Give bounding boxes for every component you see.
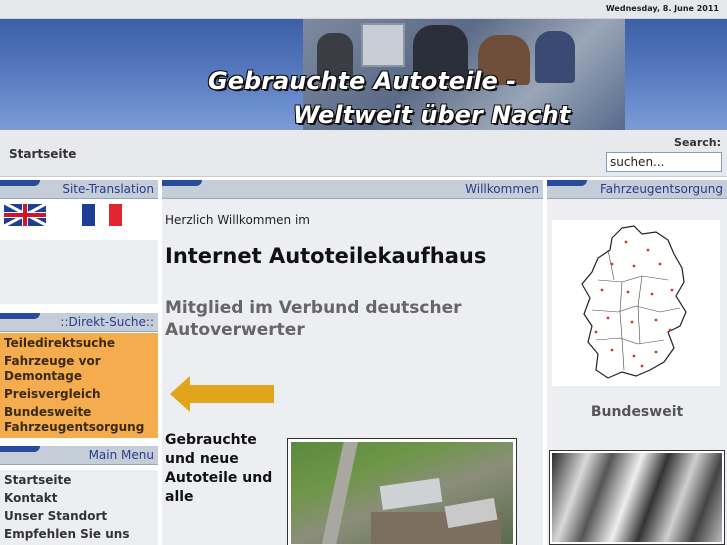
- link-fahrzeugentsorgung[interactable]: Bundesweite Fahrzeugentsorgung: [0, 405, 158, 435]
- menu-item-empfehlen[interactable]: Empfehlen Sie uns: [0, 527, 158, 542]
- welcome-text: Herzlich Willkommen im: [165, 213, 310, 227]
- fahrzeugentsorgung-header: Fahrzeugentsorgung: [547, 180, 727, 199]
- germany-map-icon: [581, 225, 687, 379]
- left-sidebar: Site-Translation ::Direkt-Suche:: Teiled…: [0, 180, 158, 545]
- site-translation-header: Site-Translation: [0, 180, 158, 199]
- navigation-bar: Startseite Search:: [0, 130, 727, 177]
- empty-panel: [0, 240, 158, 304]
- current-date: Wednesday, 8. June 2011: [605, 4, 719, 13]
- link-preisvergleich[interactable]: Preisvergleich: [0, 387, 158, 402]
- map-caption: Bundesweit: [590, 404, 684, 420]
- language-flags: [0, 200, 158, 232]
- breadcrumb[interactable]: Startseite: [9, 147, 76, 161]
- top-date-bar: Wednesday, 8. June 2011: [0, 0, 727, 19]
- france-flag-icon[interactable]: [82, 204, 122, 226]
- aerial-photo: [287, 438, 517, 545]
- search-input[interactable]: [606, 152, 722, 172]
- page-title: Internet Autoteilekaufhaus: [165, 244, 487, 268]
- welcome-header: Willkommen: [162, 180, 543, 199]
- main-menu-header: Main Menu: [0, 446, 158, 465]
- search-label: Search:: [674, 136, 721, 149]
- menu-item-unser-standort[interactable]: Unser Standort: [0, 509, 158, 524]
- link-teiledirektsuche[interactable]: Teiledirektsuche: [0, 336, 158, 351]
- germany-map[interactable]: [552, 220, 720, 386]
- menu-item-kontakt[interactable]: Kontakt: [0, 491, 158, 506]
- main-menu: Startseite Kontakt Unser Standort Empfeh…: [0, 470, 158, 545]
- banner-title-line1: Gebrauchte Autoteile -: [208, 67, 517, 95]
- page-subtitle: Mitglied im Verbund deutscher Autoverwer…: [165, 298, 462, 340]
- direct-search-panel: Teiledirektsuche Fahrzeuge vor Demontage…: [0, 333, 158, 438]
- right-sidebar: Fahrzeugentsorgung Bundesweit: [547, 180, 727, 545]
- site-banner: Gebrauchte Autoteile - Weltweit über Nac…: [0, 19, 727, 130]
- arrow-left-icon: [170, 376, 274, 412]
- car-parts-photo: [549, 450, 725, 545]
- link-fahrzeuge-vor-demontage[interactable]: Fahrzeuge vor Demontage: [0, 354, 158, 384]
- main-content: Willkommen Herzlich Willkommen im Intern…: [162, 180, 543, 545]
- banner-title-line2: Weltweit über Nacht: [293, 101, 571, 129]
- direct-search-header: ::Direkt-Suche::: [0, 313, 158, 332]
- intro-paragraph: Gebrauchte und neue Autoteile und alle: [165, 432, 273, 505]
- menu-item-startseite[interactable]: Startseite: [0, 473, 158, 488]
- uk-flag-icon[interactable]: [4, 204, 46, 226]
